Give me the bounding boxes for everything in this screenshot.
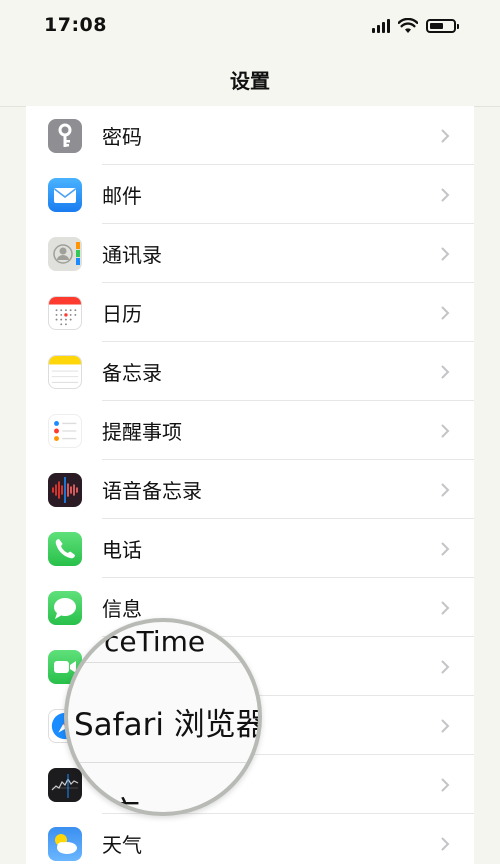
settings-row-calendar[interactable]: 日历 [26, 283, 474, 342]
settings-row-passwords[interactable]: 密码 [26, 106, 474, 165]
chevron-right-icon [441, 424, 450, 437]
magnified-safari-label: Safari 浏览器 [74, 707, 262, 743]
row-label: 邮件 [102, 184, 142, 208]
chevron-right-icon [441, 306, 450, 319]
settings-row-reminders[interactable]: 提醒事项 [26, 401, 474, 460]
chevron-right-icon [441, 719, 450, 732]
row-label: 语音备忘录 [102, 479, 202, 503]
battery-level [430, 23, 444, 29]
settings-row-phone[interactable]: 电话 [26, 519, 474, 578]
magnifier-loupe: ceTime 通话 Safari 浏览器 市 [64, 618, 262, 816]
calendar-icon [48, 295, 82, 330]
magnified-stocks-label: 市 [108, 794, 141, 816]
settings-row-notes[interactable]: 备忘录 [26, 342, 474, 401]
chevron-right-icon [441, 837, 450, 850]
notes-icon [48, 354, 82, 389]
chevron-right-icon [441, 365, 450, 378]
contacts-icon [48, 236, 82, 271]
row-label: 提醒事项 [102, 420, 182, 444]
row-label: 天气 [102, 833, 142, 857]
magnified-facetime-text: ceTime [104, 625, 206, 658]
chevron-right-icon [441, 660, 450, 673]
magnified-separator [68, 662, 258, 663]
wifi-icon [398, 18, 418, 33]
chevron-right-icon [441, 188, 450, 201]
cellular-signal-icon [372, 19, 390, 33]
settings-row-weather[interactable]: 天气 [26, 814, 474, 864]
battery-icon [426, 19, 459, 33]
row-label: 密码 [102, 125, 142, 149]
phone-icon [48, 531, 82, 566]
row-label: 电话 [102, 538, 142, 562]
mail-icon [48, 177, 82, 212]
chevron-right-icon [441, 601, 450, 614]
chevron-right-icon [441, 778, 450, 791]
status-bar: 17:08 [0, 0, 500, 52]
settings-row-voice-memos[interactable]: 语音备忘录 [26, 460, 474, 519]
magnified-facetime-suffix: 通话 [211, 625, 262, 658]
key-icon [48, 118, 82, 153]
settings-row-contacts[interactable]: 通讯录 [26, 224, 474, 283]
page-title: 设置 [230, 68, 270, 93]
magnified-separator [68, 762, 258, 763]
row-label: 信息 [102, 597, 142, 621]
status-time: 17:08 [44, 14, 107, 36]
status-icons [372, 16, 459, 36]
chevron-right-icon [441, 483, 450, 496]
row-label: 日历 [102, 302, 142, 326]
navigation-bar: 设置 [0, 52, 500, 107]
stocks-icon [48, 767, 82, 802]
row-label: 备忘录 [102, 361, 162, 385]
reminders-icon [48, 413, 82, 448]
chevron-right-icon [441, 247, 450, 260]
chevron-right-icon [441, 129, 450, 142]
weather-icon [48, 826, 82, 861]
settings-row-mail[interactable]: 邮件 [26, 165, 474, 224]
messages-icon [48, 590, 82, 625]
voice-memos-icon [48, 472, 82, 507]
chevron-right-icon [441, 542, 450, 555]
magnified-facetime-label: ceTime 通话 [104, 622, 262, 660]
row-label: 通讯录 [102, 243, 162, 267]
